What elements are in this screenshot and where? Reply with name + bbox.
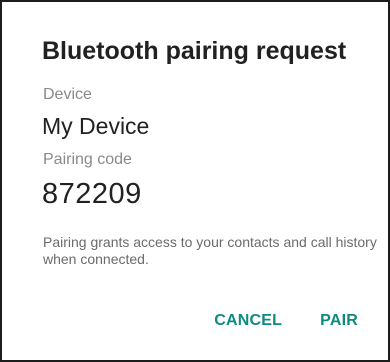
dialog-title: Bluetooth pairing request	[42, 37, 347, 65]
bluetooth-pairing-dialog: Bluetooth pairing request Device My Devi…	[0, 0, 390, 362]
device-label: Device	[43, 86, 92, 103]
pairing-note: Pairing grants access to your contacts a…	[43, 234, 377, 267]
dialog-actions: CANCEL PAIR	[214, 312, 358, 330]
cancel-button[interactable]: CANCEL	[214, 312, 282, 330]
pairing-code-label: Pairing code	[43, 151, 132, 168]
pairing-code-value: 872209	[42, 178, 142, 210]
pair-button[interactable]: PAIR	[320, 312, 358, 330]
device-name: My Device	[42, 113, 150, 139]
